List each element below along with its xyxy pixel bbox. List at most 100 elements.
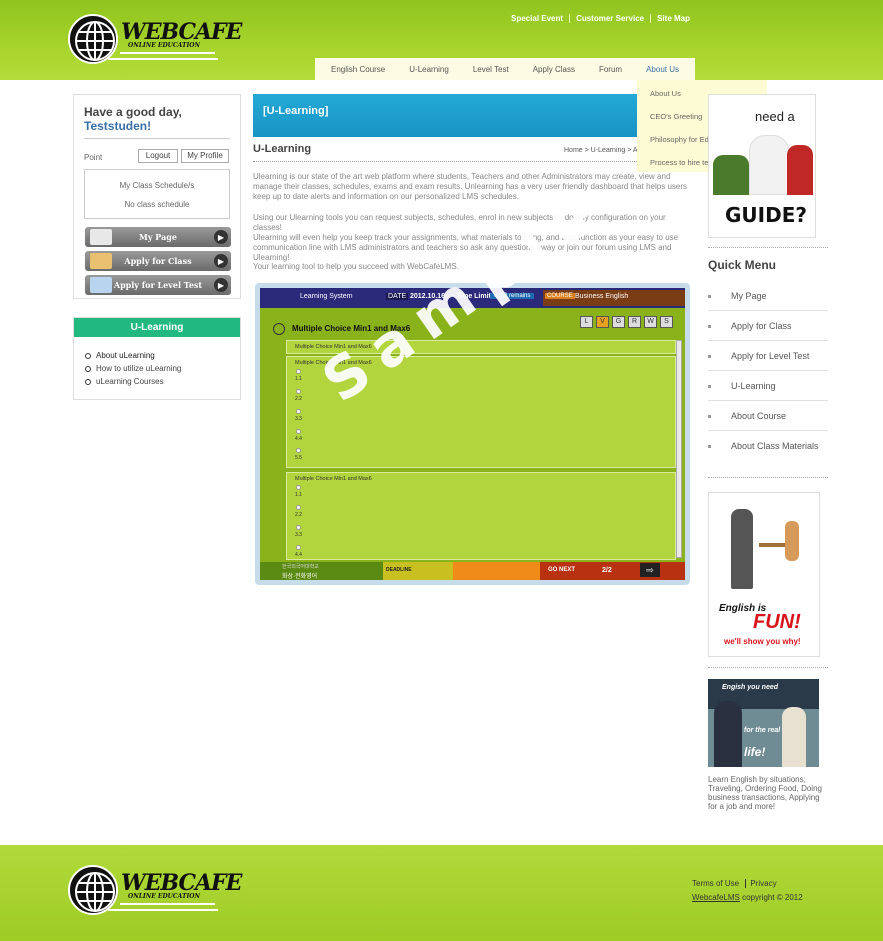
nav-u-learning[interactable]: U-Learning: [409, 65, 449, 74]
footer-logo[interactable]: WEBCAFE ONLINE EDUCATION: [68, 865, 242, 917]
page-title: U-Learning: [253, 143, 312, 155]
submenu-ceo-greeting[interactable]: CEO's Greeting: [650, 112, 702, 121]
option-label: 1.1: [295, 492, 302, 498]
copyright: WebcafeLMS copyright © 2012: [692, 893, 803, 902]
option-label: 2.2: [295, 512, 302, 518]
customer-service-link[interactable]: Customer Service: [569, 14, 650, 23]
button-label: Apply for Class: [124, 256, 192, 266]
lms-course-label: COURSE: [545, 293, 575, 299]
toggle-r[interactable]: R: [628, 316, 641, 328]
next-arrow-icon[interactable]: ⇨: [640, 563, 660, 577]
divider: [708, 247, 828, 248]
option-label: 3.3: [295, 532, 302, 538]
lms-bottombar: 한국외국어대학교 화상·전화영어 DEADLINE GO NEXT 2/2 ⇨: [260, 562, 685, 580]
nav-english-course[interactable]: English Course: [331, 65, 385, 74]
student-figure: [749, 135, 789, 195]
terms-of-use-link[interactable]: Terms of Use: [692, 879, 739, 888]
intro-paragraph: Ulearning is our state of the art web pl…: [253, 172, 688, 201]
username: Teststuden!: [84, 119, 152, 133]
radio-option[interactable]: [296, 409, 301, 414]
deadline-label: DEADLINE: [386, 567, 412, 573]
quick-menu-title: Quick Menu: [708, 258, 777, 272]
option-label: 2.2: [295, 396, 302, 402]
radio-option[interactable]: [296, 389, 301, 394]
privacy-link[interactable]: Privacy: [745, 879, 781, 888]
nav-forum[interactable]: Forum: [599, 65, 622, 74]
radio-option[interactable]: [296, 448, 301, 453]
radio-option[interactable]: [296, 545, 301, 550]
apply-for-class-button[interactable]: Apply for Class ▶: [85, 251, 231, 271]
radio-option[interactable]: [296, 485, 301, 490]
student-figure: [787, 145, 813, 195]
nav-apply-class[interactable]: Apply Class: [533, 65, 575, 74]
logo-underline: [120, 52, 215, 54]
lms-window: Learning System DATE 2012.10.16 Time Lim…: [260, 288, 685, 580]
nav-level-test[interactable]: Level Test: [473, 65, 509, 74]
site-map-link[interactable]: Site Map: [650, 14, 696, 23]
question-block-2: Multiple Choice Min1 and Max6 1.1 2.2 3.…: [286, 472, 676, 560]
class-schedule-box: My Class Schedule/s No class schedule: [84, 169, 230, 219]
my-profile-button[interactable]: My Profile: [181, 149, 229, 163]
footer-links: Terms of Use Privacy: [692, 879, 781, 888]
special-event-link[interactable]: Special Event: [505, 14, 569, 23]
school-name: 한국외국어대학교: [282, 564, 319, 570]
my-page-button[interactable]: My Page ▶: [85, 227, 231, 247]
question-icon: [273, 323, 285, 335]
lms-scrollbar[interactable]: [676, 340, 682, 558]
quick-item-about-class-materials[interactable]: About Class Materials: [708, 431, 828, 461]
need-a-guide-banner[interactable]: need a GUIDE?: [708, 94, 816, 238]
navigation-bar: GO NEXT 2/2 ⇨: [540, 562, 685, 580]
arrow-right-icon: ▶: [214, 278, 228, 292]
button-label: My Page: [139, 232, 177, 242]
toggle-v[interactable]: V: [596, 316, 609, 328]
chart-icon: [90, 277, 112, 293]
radio-option[interactable]: [296, 429, 301, 434]
globe-icon: [68, 865, 118, 915]
webcafelms-link[interactable]: WebcafeLMS: [692, 893, 740, 902]
quick-item-apply-for-level-test[interactable]: Apply for Level Test: [708, 341, 828, 371]
sidebar-item-about-ulearning[interactable]: About uLearning: [85, 351, 155, 360]
toggle-w[interactable]: W: [644, 316, 657, 328]
quick-item-apply-for-class[interactable]: Apply for Class: [708, 311, 828, 341]
guide-text: need a: [755, 109, 795, 124]
quick-item-my-page[interactable]: My Page: [708, 281, 828, 311]
point-label: Point: [84, 153, 103, 162]
fun-tagline: we'll show you why!: [724, 637, 801, 646]
radio-option[interactable]: [296, 525, 301, 530]
quick-item-about-course[interactable]: About Course: [708, 401, 828, 431]
lms-system-label: Learning System: [300, 293, 353, 300]
ulearning-sidebar: U-Learning About uLearning How to utiliz…: [73, 317, 241, 400]
schedule-title: My Class Schedule/s: [119, 181, 195, 190]
lms-course-bar: COURSE Business English: [543, 290, 685, 306]
certificate-icon: [90, 253, 112, 269]
toggle-g[interactable]: G: [612, 316, 625, 328]
logout-button[interactable]: Logout: [138, 149, 178, 163]
radio-option[interactable]: [296, 505, 301, 510]
sidebar-item-ulearning-courses[interactable]: uLearning Courses: [85, 377, 164, 386]
deadline-bar: DEADLINE: [383, 562, 453, 580]
english-for-real-life-banner[interactable]: Engish you need for the real life!: [708, 679, 819, 767]
nav-about-us[interactable]: About Us: [646, 65, 679, 74]
real-life-caption: Learn English by situations; Traveling, …: [708, 775, 822, 811]
apply-for-level-test-button[interactable]: Apply for Level Test ▶: [85, 275, 231, 295]
toggle-l[interactable]: L: [580, 316, 593, 328]
submenu-about-us[interactable]: About Us: [650, 89, 681, 98]
radio-option[interactable]: [296, 369, 301, 374]
student-figure: [785, 521, 799, 561]
divider: [84, 138, 230, 139]
option-label: 4.4: [295, 552, 302, 558]
toggle-s[interactable]: S: [660, 316, 673, 328]
button-label: Apply for Level Test: [113, 280, 203, 290]
tools-paragraph: Using our Ulearning tools you can reques…: [253, 213, 666, 232]
top-links: Special Event Customer Service Site Map: [505, 14, 696, 23]
guide-headline: GUIDE?: [725, 203, 807, 227]
option-label: 5.5: [295, 455, 302, 461]
school-subtitle: 화상·전화영어: [282, 574, 318, 580]
divider: [708, 477, 828, 478]
english-is-fun-banner[interactable]: English is FUN! we'll show you why!: [708, 492, 820, 657]
real-text: for the real: [744, 727, 781, 734]
logo[interactable]: WEBCAFE ONLINE EDUCATION: [68, 14, 242, 66]
sidebar-item-how-to-utilize[interactable]: How to utilize uLearning: [85, 364, 181, 373]
go-next-button[interactable]: GO NEXT: [548, 567, 575, 573]
quick-item-u-learning[interactable]: U-Learning: [708, 371, 828, 401]
